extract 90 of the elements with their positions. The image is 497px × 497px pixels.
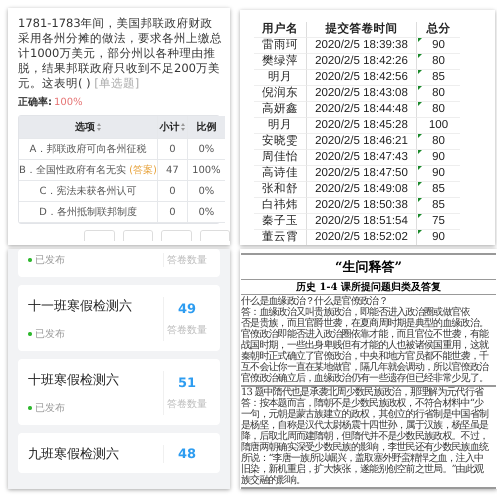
accuracy-value: 100% [54,96,83,108]
document-line: 战国时期，一些出身卑贱但有才能的人也被诸侯国重用，这就 [241,340,490,351]
survey-title: 十一班寒假检测六 [28,298,133,315]
name-cell: 明月 [254,70,306,86]
count-cell: 47 [156,160,187,181]
document-line: 官僚政治即能否进入政治圈依靠才能，而且官位不世袭，有能 [241,329,490,340]
accuracy-label: 正确率: [18,95,52,109]
score-cell: 80 [416,86,460,102]
document-line: 所说：“李唐一族所以崛兴，盖取塞外野蛮精悍之血，注入中 [241,453,484,464]
name-cell: 周佳怡 [254,150,306,166]
time-cell: 2020/2/5 18:42:56 [306,70,416,86]
time-cell: 2020/2/5 18:39:38 [306,38,416,54]
time-cell: 2020/2/5 18:46:21 [306,134,416,150]
column-header: 比例 [186,116,225,139]
document-line: 是杨坚，自称是汉代太尉杨震十四世孙，属于汉族，杨坚虽是 [241,420,490,431]
survey-card[interactable]: 十一班寒假检测六 已发布 49 答卷数量 [18,285,220,351]
ratio-cell: 100% [186,160,225,181]
name-cell: 张和舒 [254,182,306,198]
document-line: 秦朝时正式确立了官僚政治，中央和地方官员都不能世袭，千 [241,351,490,362]
survey-card[interactable]: 十班寒假检测六 已发布 51 答卷数量 [18,359,220,425]
name-cell: 雷雨珂 [254,38,306,54]
count-cell: 0 [156,202,187,223]
document-line: 13 题中隋代也是承袭北周少数民族政治，那理解为元代行省 [241,387,485,398]
document-line: 族交融的影响。 [241,475,306,486]
score-cell: 90 [416,38,460,54]
status-text: 已发布 [35,328,65,341]
name-cell: 白祎炜 [254,198,306,214]
response-count: 48 [178,446,196,462]
name-cell: 明月 [254,118,306,134]
name-cell: 安晓雯 [254,134,306,150]
response-count: 51 [178,376,196,390]
column-header: 用户名 [254,22,306,38]
time-cell: 2020/2/5 18:47:50 [306,166,416,182]
document-line: 官僚政治确立后，血缘政治仍有一些遗存但已经非常少见了。 [241,373,490,384]
name-cell: 董云霄 [254,230,306,245]
score-cell: 85 [416,182,460,198]
question-text: 1781-1783年间，美国邦联政府财政采用各州分摊的做法，要求各州上缴总计1000万美元，部分州以各种理由推脱，结果邦联政府只收到不足200万美元。这表明( ) [单选题] [17,15,223,92]
score-cell: 85 [416,198,460,214]
time-cell: 2020/2/5 18:43:08 [306,86,416,102]
document-title: “生问释答” [241,253,496,276]
name-cell: 樊绿萍 [254,54,306,70]
response-count: 49 [178,302,196,316]
score-cell: 90 [416,230,460,245]
score-cell: 80 [416,102,460,118]
score-cell: 90 [416,166,460,182]
time-cell: 2020/2/5 18:51:54 [306,214,416,230]
document-subtitle: 历史 1-4 课所提问题归类及答复 [241,279,496,295]
score-cell: 80 [416,54,460,70]
count-label: 答卷数量 [167,254,207,267]
status-text: 已发布 [35,254,65,267]
status-text: 已发布 [35,402,65,415]
document-line: 旧染，新机重启，扩大恢张，遂能别创空前之世局。”由此观 [241,464,485,475]
document-line: 一句，元朝是蒙古族建立的政权，其创立的行省制是中国省制 [241,409,490,420]
document-line: 答：血缘政治又叫贵族政治，即能否进入政治圈或做官依 [241,307,471,318]
ratio-cell: 0% [186,202,225,223]
survey-title: 九班寒假检测六 [28,446,120,463]
document-line: 否是贵族，而且官爵世袭，在夏商周时期是典型的血缘政治。 [241,318,488,329]
ratio-cell: 0% [186,139,225,160]
time-cell: 2020/2/5 18:44:48 [306,102,416,118]
survey-title: 十班寒假检测六 [28,372,120,389]
time-cell: 2020/2/5 18:52:02 [306,230,416,245]
time-cell: 2020/2/5 18:47:43 [306,150,416,166]
count-cell: 0 [156,181,187,202]
score-cell: 75 [416,214,460,230]
time-cell: 2020/2/5 18:50:38 [306,198,416,214]
survey-card[interactable]: 九班寒假检测六 48 [18,433,220,473]
time-cell: 2020/2/5 18:45:28 [306,118,416,134]
score-cell: 100 [416,118,460,134]
column-header[interactable]: 小计 [156,116,187,139]
name-cell: 倪润东 [254,86,306,102]
count-label: 答卷数量 [167,398,207,410]
document-line: 降，后取北周而建隋朝，但隋代并不是少数民族政权。不过， [241,431,488,442]
name-cell: 秦子玉 [254,214,306,230]
document-line: 什么是血缘政治？什么是官僚政治？ [241,296,388,307]
time-cell: 2020/2/5 18:42:26 [306,54,416,70]
count-label: 答卷数量 [167,324,207,336]
ratio-cell: 0% [186,181,225,202]
score-cell: 90 [416,150,460,166]
score-cell: 80 [416,134,460,150]
name-cell: 高诗佳 [254,166,306,182]
count-cell: 0 [156,139,187,160]
time-cell: 2020/2/5 18:49:08 [306,182,416,198]
document-line: 答：按本题而言，隋朝不是少数民族政权，不符合材料中“少 [241,398,484,409]
column-header[interactable]: 选项 [19,116,157,139]
column-header: 提交答卷时间 [306,22,416,38]
column-header: 总分 [416,22,460,38]
document-line: 互不会让你一直在某地做官，隔几年就会调动，所以官僚政治 [241,362,490,373]
name-cell: 高妍鑫 [254,102,306,118]
document-line: 隋唐两朝确实深受少数民族的影响，李世民还有少数民族血统 [241,442,490,453]
score-cell: 85 [416,70,460,86]
